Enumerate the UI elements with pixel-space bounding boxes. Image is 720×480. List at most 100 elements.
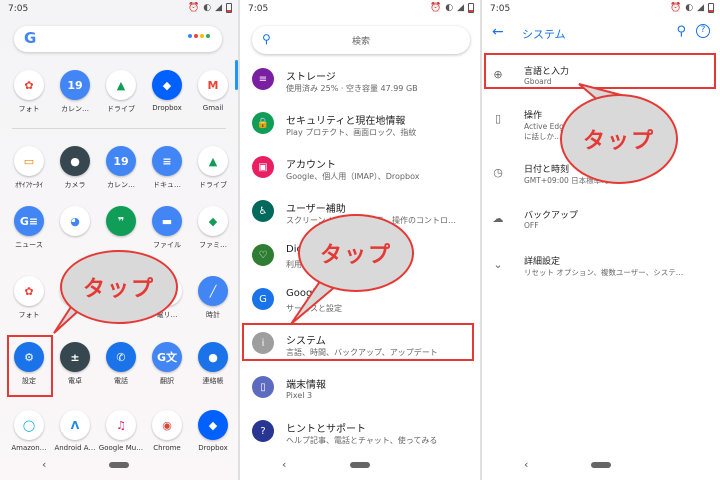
settings-item-title: アカウント [286,160,336,171]
app-icon[interactable]: ▲ ドライブ [98,70,144,114]
system-item-icon: ◷ [493,165,503,179]
system-item[interactable]: ⌄ 詳細設定 リセット オプション、複数ユーザー、システ… [482,244,720,290]
app-icon[interactable]: Λ Android A… [52,410,98,452]
app-label: 時計 [206,311,220,319]
app-icon[interactable]: ▲ ドライブ [190,146,236,190]
home-pill-icon[interactable] [350,462,370,468]
app-glyph-icon: ▲ [198,146,228,176]
home-pill-icon[interactable] [109,462,129,468]
settings-item-icon: ♿ [252,200,274,222]
search-icon[interactable]: ⚲ [676,24,686,39]
assistant-icon[interactable] [188,34,210,38]
status-time: 7:05 [248,4,269,14]
search-placeholder: 検索 [351,37,370,47]
settings-item-icon: ≡ [252,68,274,90]
settings-item-title: 端末情報 [286,380,326,391]
app-glyph-icon: ◆ [198,206,228,236]
status-bar: 7:05 ⏰ ◐ ◢ [482,0,720,18]
app-icon[interactable]: ● 連絡帳 [190,342,236,386]
settings-highlight-box [7,335,53,397]
app-glyph-icon: ◆ [152,70,182,100]
app-icon[interactable]: ▭ ｵｻｲﾌｹｰﾀｲ [6,146,52,190]
settings-screen: 7:05 ⏰ ◐ ◢ ⚲ 検索 ≡ ストレージ 使用済み 25% · 空き容量 47… [240,0,480,480]
back-icon[interactable]: ‹ [282,458,286,471]
app-icon[interactable]: ♫ Google Mu… [98,410,144,452]
app-drawer-screen: 7:05 ⏰ ◐ ◢ G ✿ フォト 19 カレン… ▲ ドライブ ◆ Dropbox M Gma… [0,0,238,480]
status-time: 7:05 [490,4,511,14]
status-bar: 7:05 ⏰ ◐ ◢ [240,0,480,18]
navigation-bar: ‹ [0,450,238,480]
back-arrow-icon[interactable]: ← [492,24,504,40]
app-icon[interactable]: ✿ フォト [6,276,52,320]
app-glyph-icon: G文 [152,342,182,372]
dnd-icon: ◐ [203,3,212,13]
app-icon[interactable]: ◕ [52,206,98,240]
app-label: ドライブ [107,105,135,113]
app-icon[interactable]: ◉ Chrome [144,410,190,452]
app-glyph-icon: ● [198,342,228,372]
app-icon[interactable]: ± 電卓 [52,342,98,386]
app-icon[interactable]: M Gmail [190,70,236,112]
app-icon[interactable]: ◯ Amazon… [6,410,52,452]
app-icon[interactable]: 19 カレン… [98,146,144,190]
status-icons: ⏰ ◐ ◢ [188,3,232,13]
app-label: Dropbox [152,104,182,112]
app-icon[interactable]: ✆ 電話 [98,342,144,386]
app-icon[interactable]: ✿ フォト [6,70,52,114]
google-search-bar[interactable]: G [14,26,222,52]
app-icon[interactable]: G文翻訳 [144,342,190,386]
help-icon[interactable]: ? [696,24,710,38]
app-icon[interactable]: ≡ ドキュ… [144,146,190,190]
back-icon[interactable]: ‹ [524,458,528,471]
app-glyph-icon: ╱ [198,276,228,306]
settings-item[interactable]: 🔒 セキュリティと現在地情報 Play プロテクト、画面ロック、指紋 [240,104,480,148]
tap-callout-1: タップ [60,250,178,324]
system-item-icon: ☁ [492,211,504,225]
system-item-icon: ▯ [494,111,502,125]
system-item-subtitle: リセット オプション、複数ユーザー、システ… [524,268,684,277]
settings-item-icon: ? [252,420,274,442]
back-icon[interactable]: ‹ [42,458,46,471]
settings-item[interactable]: ≡ ストレージ 使用済み 25% · 空き容量 47.99 GB [240,60,480,104]
settings-item[interactable]: ▯ 端末情報 Pixel 3 [240,368,480,412]
app-label: ｵｻｲﾌｹｰﾀｲ [15,181,43,189]
tap-callout-2: タップ [298,214,414,292]
app-icon[interactable]: ◆ Dropbox [144,70,190,112]
app-icon[interactable]: ◆ Dropbox [190,410,236,452]
settings-item-subtitle: ヘルプ記事、電話とチャット、使ってみる [286,436,438,445]
settings-item[interactable]: ▣ アカウント Google、個人用（IMAP）、Dropbox [240,148,480,192]
app-icon[interactable]: 19 カレン… [52,70,98,114]
settings-item-icon: ♡ [252,244,274,266]
app-label: ニュース [15,241,43,249]
app-glyph-icon: ◕ [60,206,90,236]
app-bar: ← システム ⚲ ? [482,18,720,48]
app-icon[interactable]: ▬ ファイル [144,206,190,250]
system-item[interactable]: ☁ バックアップ OFF [482,198,720,244]
navigation-bar: ‹ [482,450,720,480]
app-icon[interactable]: ❞ [98,206,144,240]
app-icon[interactable]: G≡ ニュース [6,206,52,250]
app-label: ドライブ [199,181,227,189]
settings-item-title: セキュリティと現在地情報 [286,116,406,127]
app-icon[interactable]: ╱ 時計 [190,276,236,320]
alarm-icon: ⏰ [430,3,442,13]
app-label: ファミ… [199,241,227,249]
app-icon[interactable]: ◆ ファミ… [190,206,236,250]
system-item-title: バックアップ [524,211,579,221]
app-label: 翻訳 [160,377,174,385]
settings-item-icon: G [252,288,274,310]
app-glyph-icon: ◯ [14,410,44,440]
page-title: システム [522,28,566,41]
app-glyph-icon: ▭ [14,146,44,176]
settings-item-icon: ▯ [252,376,274,398]
app-icon[interactable]: ● カメラ [52,146,98,190]
app-label: フォト [18,311,40,319]
home-pill-icon[interactable] [591,462,611,468]
app-glyph-icon: ▬ [152,206,182,236]
settings-item-subtitle: Play プロテクト、画面ロック、指紋 [286,128,417,137]
settings-search-bar[interactable]: ⚲ 検索 [252,26,470,54]
settings-item-title: ストレージ [286,72,336,83]
alarm-icon: ⏰ [188,3,200,13]
app-glyph-icon: 19 [106,146,136,176]
app-glyph-icon: 19 [60,70,90,100]
